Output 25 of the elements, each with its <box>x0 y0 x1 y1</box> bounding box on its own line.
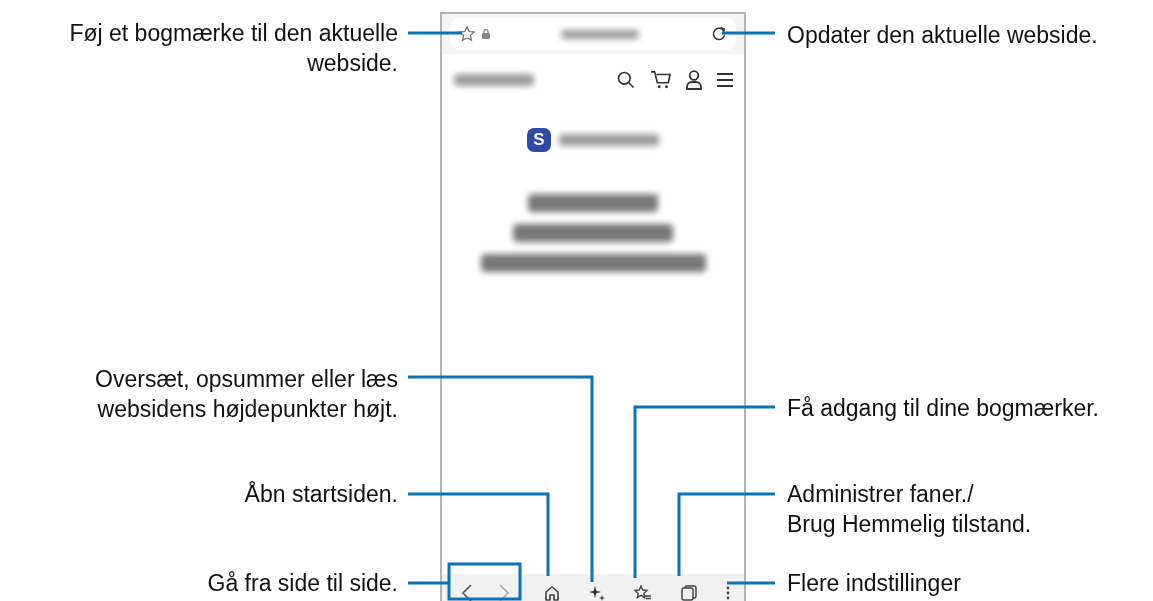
url-field[interactable] <box>450 18 736 50</box>
callout-text: Gå fra side til side. <box>207 569 398 598</box>
sparkle-icon[interactable] <box>589 585 606 601</box>
callout-text: Få adgang til dine bogmærker. <box>787 394 1099 423</box>
callout-text: Åbn startsiden. <box>244 480 398 509</box>
menu-icon[interactable] <box>716 72 734 88</box>
callout-text: Oversæt, opsummer eller læs websidens højdepunkter højt. <box>95 365 398 424</box>
app-logo-icon: S <box>527 128 551 152</box>
tabs-icon[interactable] <box>680 585 697 601</box>
callout-text: Flere indstillinger <box>787 569 961 598</box>
more-options-icon[interactable] <box>725 586 730 600</box>
callout-text: Føj et bogmærke til den aktuelle webside. <box>69 19 398 78</box>
refresh-icon[interactable] <box>710 25 728 43</box>
callout-text: Opdater den aktuelle webside. <box>787 21 1098 50</box>
callout-text: Administrer faner./ Brug Hemmelig tilstand. <box>787 480 1032 539</box>
leader-line <box>408 31 462 35</box>
person-icon[interactable] <box>686 70 702 90</box>
home-icon[interactable] <box>544 585 561 601</box>
cart-icon[interactable] <box>650 70 672 90</box>
lock-icon <box>482 29 490 39</box>
star-icon[interactable] <box>458 25 476 43</box>
leader-line <box>722 31 775 35</box>
leader-line <box>727 581 775 585</box>
search-icon[interactable] <box>616 70 636 90</box>
bookmarks-icon[interactable] <box>634 585 652 601</box>
